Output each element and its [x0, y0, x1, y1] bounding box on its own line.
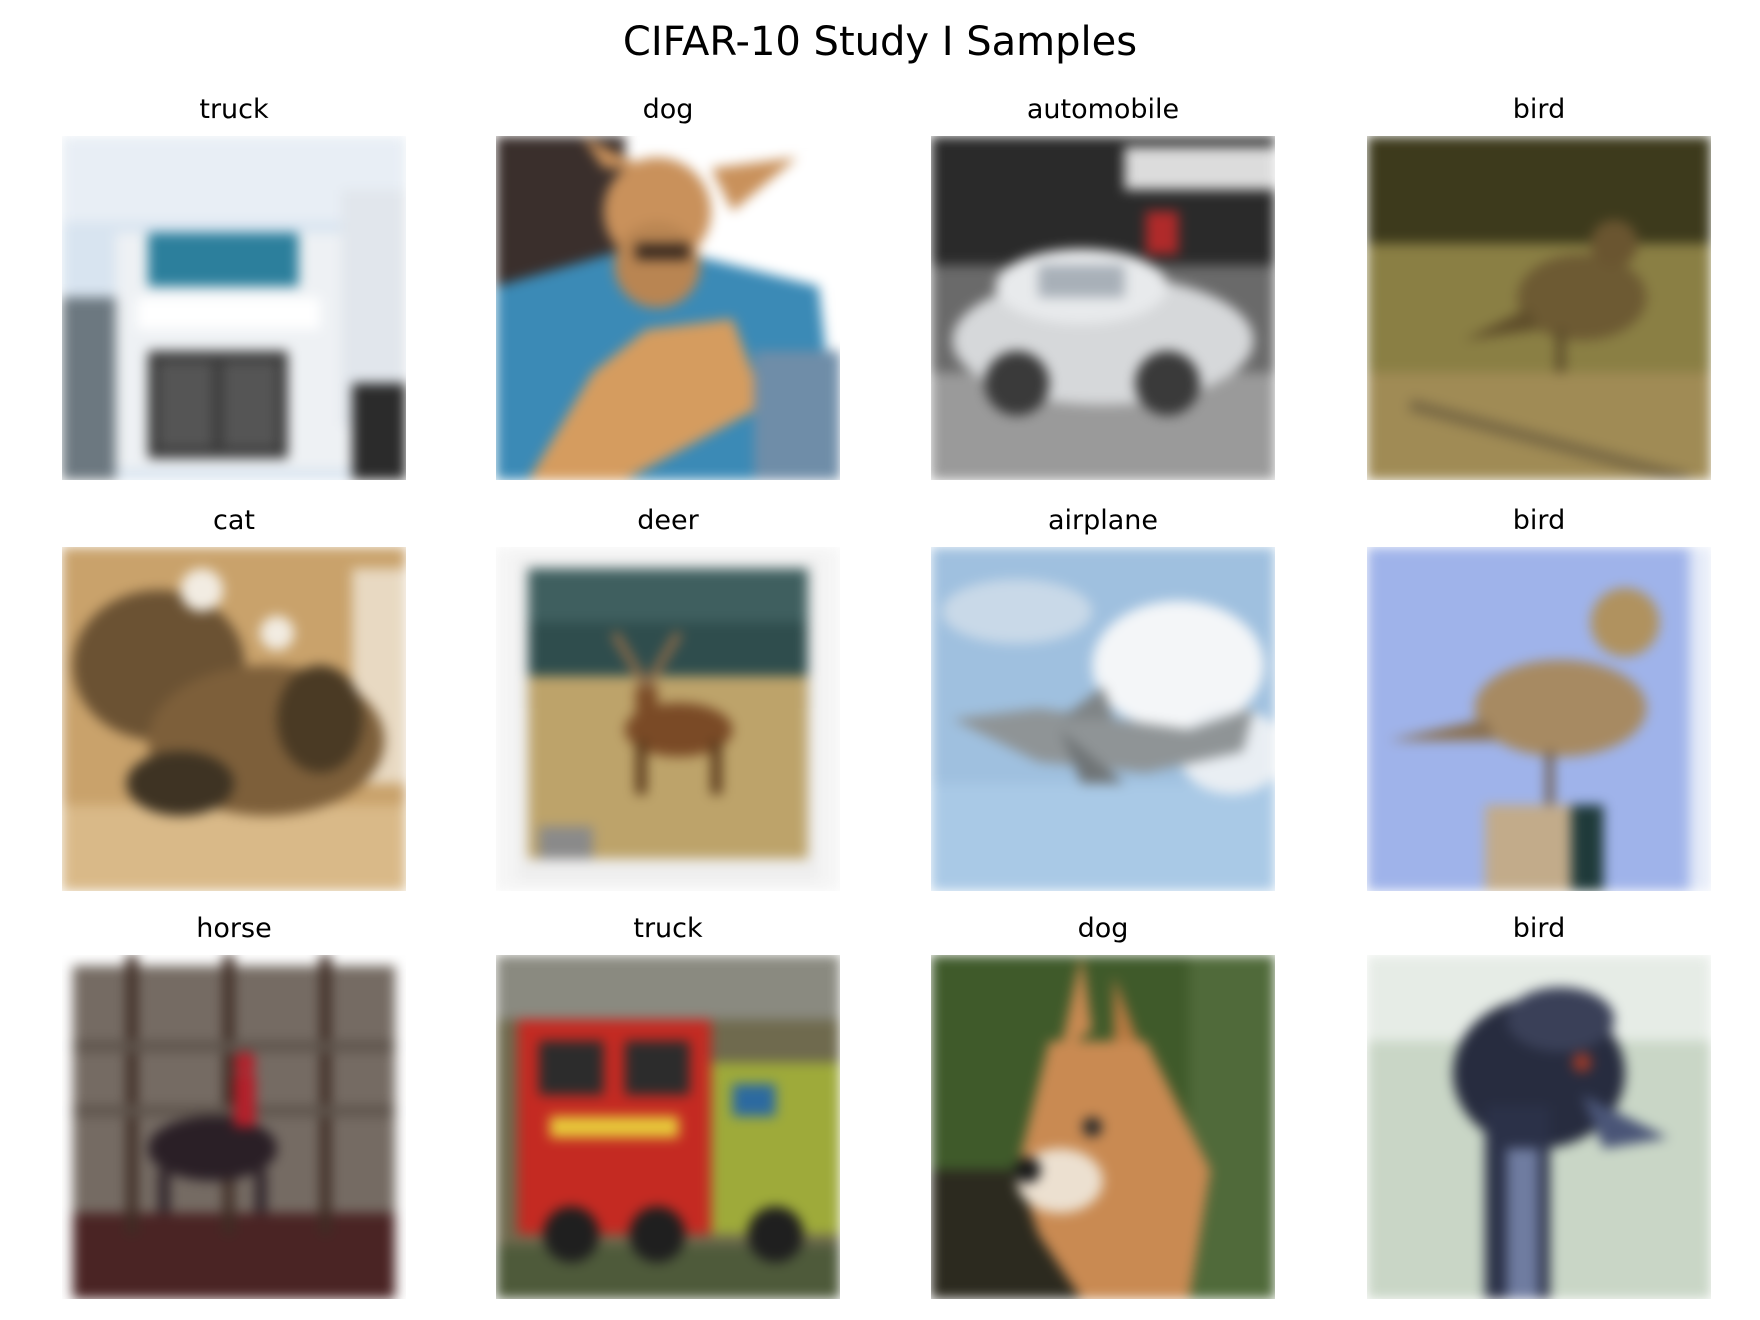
sample-image-bird: [1367, 955, 1711, 1299]
sample-label: bird: [1512, 913, 1566, 944]
sample-label: bird: [1512, 94, 1566, 125]
sample-image-cat: [62, 547, 406, 891]
sample-image-bird: [1367, 136, 1711, 480]
figure-title: CIFAR-10 Study I Samples: [622, 19, 1138, 65]
sample-image-horse: [62, 955, 406, 1299]
sample-label: airplane: [1047, 505, 1159, 536]
sample-image-automobile: [931, 136, 1275, 480]
sample-label: dog: [1077, 913, 1129, 944]
sample-image-dog: [496, 136, 840, 480]
sample-label: cat: [213, 505, 255, 536]
sample-image-truck: [496, 955, 840, 1299]
sample-image-dog: [931, 955, 1275, 1299]
sample-label: horse: [196, 913, 272, 944]
sample-label: automobile: [1026, 94, 1180, 125]
sample-label: bird: [1512, 505, 1566, 536]
sample-image-bird: [1367, 547, 1711, 891]
sample-label: dog: [642, 94, 694, 125]
sample-image-airplane: [931, 547, 1275, 891]
sample-label: truck: [199, 94, 269, 125]
sample-label: deer: [637, 505, 699, 536]
sample-image-deer: [496, 547, 840, 891]
sample-label: truck: [633, 913, 703, 944]
sample-image-truck: [62, 136, 406, 480]
